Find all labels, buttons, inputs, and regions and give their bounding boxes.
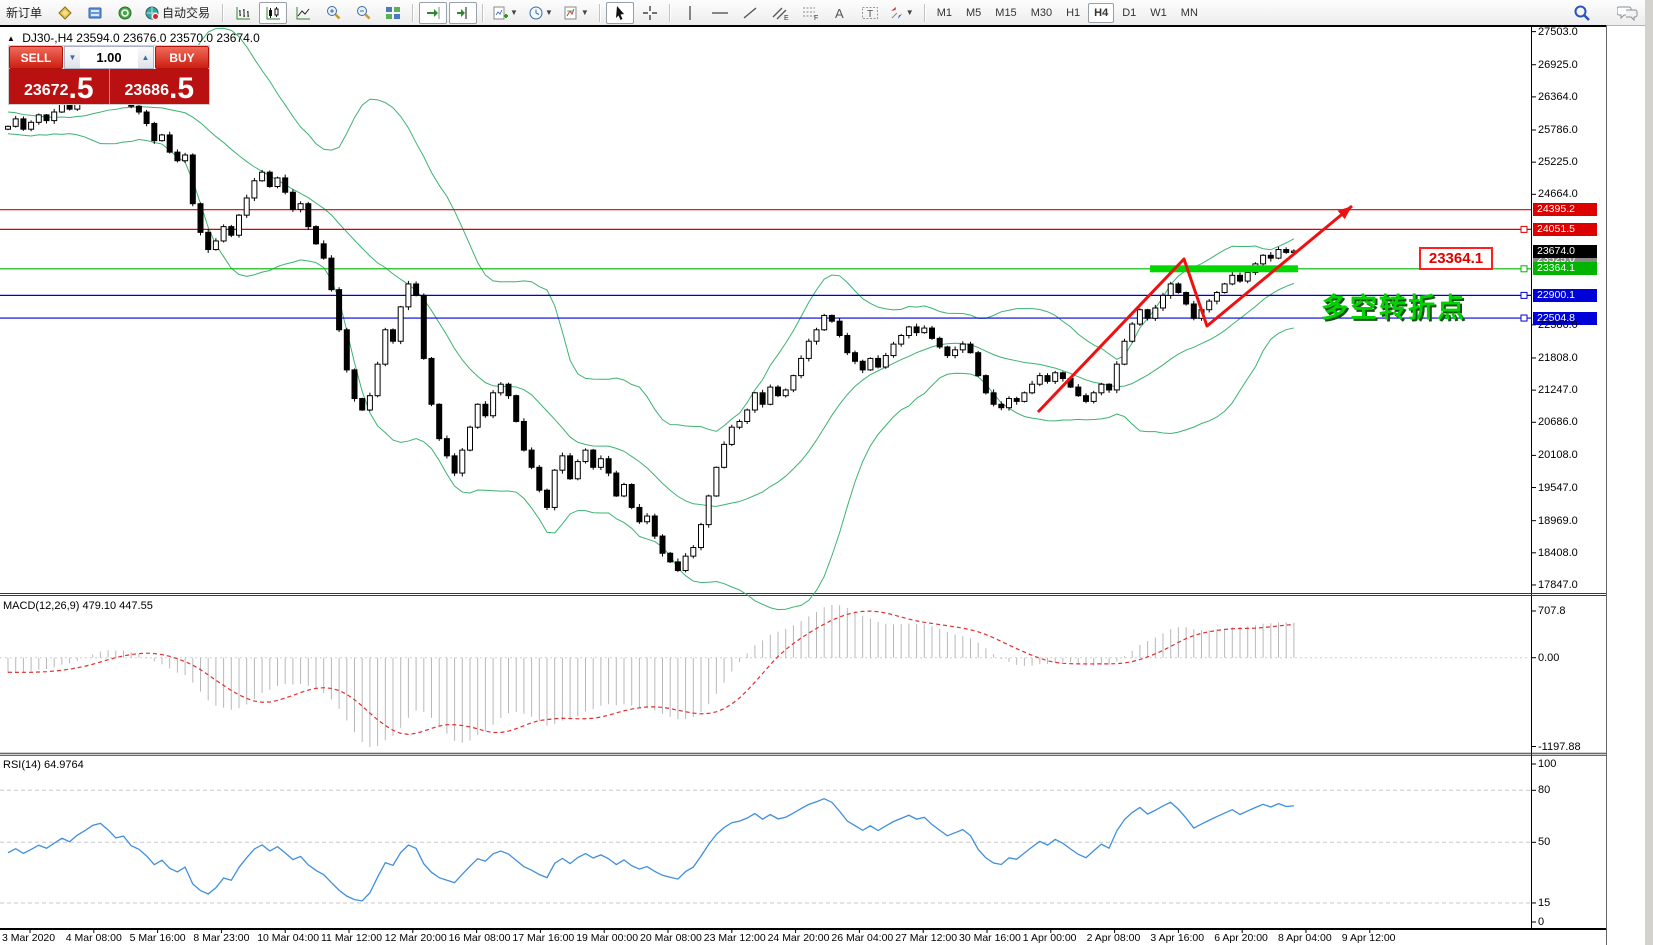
time-axis-label: 27 Mar 12:00 bbox=[895, 932, 957, 944]
price-line-label[interactable]: 24395.2 bbox=[1533, 203, 1597, 216]
ohlc-values: 23594.0 23676.0 23570.0 23674.0 bbox=[76, 31, 260, 45]
rsi-axis-tick: 0 bbox=[1538, 916, 1544, 928]
buy-price[interactable]: 23686 .5 bbox=[110, 69, 210, 104]
time-axis-label: 16 Mar 08:00 bbox=[449, 932, 511, 944]
price-axis-tick: 18969.0 bbox=[1538, 515, 1578, 527]
price-axis-tick: 25786.0 bbox=[1538, 124, 1578, 136]
chart-canvas[interactable] bbox=[0, 0, 1653, 945]
symbol-period-label: DJ30-,H4 bbox=[22, 31, 73, 45]
price-axis-tick: 20108.0 bbox=[1538, 449, 1578, 461]
time-axis-label: 3 Apr 16:00 bbox=[1150, 932, 1204, 944]
price-axis-tick: 26925.0 bbox=[1538, 59, 1578, 71]
time-axis-label: 9 Apr 12:00 bbox=[1342, 932, 1396, 944]
price-axis-tick: 17847.0 bbox=[1538, 579, 1578, 591]
rsi-axis-tick: 50 bbox=[1538, 836, 1550, 848]
price-annotation-box[interactable]: 23364.1 bbox=[1419, 247, 1493, 270]
price-axis-tick: 18408.0 bbox=[1538, 547, 1578, 559]
macd-axis-tick: 707.8 bbox=[1538, 605, 1566, 617]
trade-buttons-row: SELL ▼ ▲ BUY bbox=[9, 46, 209, 69]
price-axis-tick: 20686.0 bbox=[1538, 416, 1578, 428]
time-axis-label: 26 Mar 04:00 bbox=[831, 932, 893, 944]
price-line-label[interactable]: 24051.5 bbox=[1533, 223, 1597, 236]
time-axis-label: 10 Mar 04:00 bbox=[257, 932, 319, 944]
time-axis-label: 1 Apr 00:00 bbox=[1023, 932, 1077, 944]
price-axis-tick: 19547.0 bbox=[1538, 482, 1578, 494]
sell-button[interactable]: SELL bbox=[9, 46, 63, 69]
time-axis-label: 8 Mar 23:00 bbox=[193, 932, 249, 944]
window-edge bbox=[1645, 0, 1653, 945]
macd-axis-tick: 0.00 bbox=[1538, 652, 1559, 664]
time-axis-label: 5 Mar 16:00 bbox=[130, 932, 186, 944]
one-click-trading-panel: SELL ▼ ▲ BUY 23672 .5 23686 .5 bbox=[8, 45, 210, 105]
volume-decrease-button[interactable]: ▼ bbox=[65, 47, 80, 68]
rsi-axis-tick: 100 bbox=[1538, 758, 1556, 770]
time-axis-label: 12 Mar 20:00 bbox=[385, 932, 447, 944]
time-axis-label: 2 Apr 08:00 bbox=[1087, 932, 1141, 944]
time-axis-label: 19 Mar 00:00 bbox=[576, 932, 638, 944]
buy-price-main: 23686 bbox=[124, 80, 169, 102]
price-axis-tick: 21247.0 bbox=[1538, 384, 1578, 396]
time-axis-label: 17 Mar 16:00 bbox=[512, 932, 574, 944]
time-axis-label: 23 Mar 12:00 bbox=[704, 932, 766, 944]
price-axis-tick: 26364.0 bbox=[1538, 91, 1578, 103]
time-axis-label: 24 Mar 20:00 bbox=[768, 932, 830, 944]
rsi-indicator-label: RSI(14) 64.9764 bbox=[3, 759, 84, 771]
sell-price-pips: .5 bbox=[68, 76, 93, 102]
buy-button[interactable]: BUY bbox=[155, 46, 209, 69]
time-axis-label: 8 Apr 04:00 bbox=[1278, 932, 1332, 944]
turning-point-note[interactable]: 多空转折点 bbox=[1321, 286, 1466, 325]
rsi-axis-tick: 15 bbox=[1538, 897, 1550, 909]
volume-input[interactable] bbox=[80, 47, 138, 68]
price-line-label[interactable]: 22900.1 bbox=[1533, 289, 1597, 302]
mt4-window: { "toolbar": { "new_order_label": "新订单",… bbox=[0, 0, 1653, 945]
trade-prices-row: 23672 .5 23686 .5 bbox=[9, 69, 209, 104]
price-line-label[interactable]: 23364.1 bbox=[1533, 262, 1597, 275]
macd-indicator-label: MACD(12,26,9) 479.10 447.55 bbox=[3, 600, 153, 612]
volume-stepper: ▼ ▲ bbox=[64, 46, 154, 69]
buy-price-pips: .5 bbox=[169, 76, 194, 102]
collapse-panel-icon[interactable]: ▲ bbox=[7, 34, 15, 43]
time-axis-label: 30 Mar 16:00 bbox=[959, 932, 1021, 944]
price-line-label: 23674.0 bbox=[1533, 245, 1597, 258]
price-axis-tick: 21808.0 bbox=[1538, 352, 1578, 364]
sell-price[interactable]: 23672 .5 bbox=[9, 69, 110, 104]
time-axis-label: 20 Mar 08:00 bbox=[640, 932, 702, 944]
price-axis-tick: 22386.0 bbox=[1538, 319, 1578, 331]
price-axis-tick: 27503.0 bbox=[1538, 26, 1578, 38]
macd-axis-tick: -1197.88 bbox=[1538, 741, 1581, 753]
time-axis-label: 11 Mar 12:00 bbox=[321, 932, 382, 944]
time-axis-label: 3 Mar 2020 bbox=[2, 932, 55, 944]
sell-price-main: 23672 bbox=[24, 80, 69, 102]
price-axis-tick: 24664.0 bbox=[1538, 188, 1578, 200]
price-axis-tick: 25225.0 bbox=[1538, 156, 1578, 168]
rsi-axis-tick: 80 bbox=[1538, 784, 1550, 796]
time-axis-label: 4 Mar 08:00 bbox=[66, 932, 122, 944]
volume-increase-button[interactable]: ▲ bbox=[138, 47, 153, 68]
time-axis-label: 6 Apr 20:00 bbox=[1214, 932, 1268, 944]
chart-header: ▲ DJ30-,H4 23594.0 23676.0 23570.0 23674… bbox=[7, 31, 260, 45]
